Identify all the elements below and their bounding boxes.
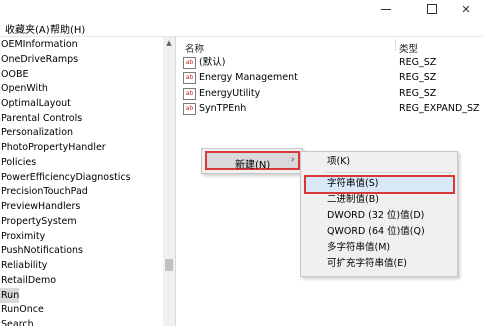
- string-value-icon: ab: [183, 71, 196, 84]
- tree-item[interactable]: RunOnce: [0, 302, 163, 317]
- tree-item[interactable]: PhotoPropertyHandler: [0, 140, 163, 155]
- tree-item[interactable]: Proximity: [0, 229, 163, 244]
- column-header-type[interactable]: 类型: [399, 41, 418, 55]
- string-value-icon: ab: [183, 87, 196, 100]
- context-menu: 新建(N) ›: [201, 148, 303, 174]
- maximize-button[interactable]: [418, 0, 446, 18]
- tree-item[interactable]: OpenWith: [0, 81, 163, 96]
- menu-help[interactable]: 帮助(H): [50, 21, 85, 36]
- value-name: EnergyUtility: [199, 88, 261, 99]
- string-value-icon: ab: [183, 56, 196, 69]
- value-row[interactable]: ab Energy Management: [183, 70, 298, 86]
- menu-separator: [325, 172, 453, 173]
- tree-item[interactable]: PrecisionTouchPad: [0, 184, 163, 199]
- value-type: REG_SZ: [399, 72, 437, 83]
- new-submenu: 项(K) 字符串值(S) 二进制值(B) DWORD (32 位)值(D) QW…: [300, 151, 458, 277]
- submenu-arrow-icon: ›: [291, 155, 295, 165]
- tree-item[interactable]: Search: [0, 317, 163, 326]
- submenu-item-string-value[interactable]: 字符串值(S): [327, 176, 378, 192]
- value-row[interactable]: ab EnergyUtility: [183, 86, 260, 102]
- column-divider[interactable]: [395, 39, 396, 51]
- value-name: Energy Management: [199, 72, 298, 83]
- tree-item[interactable]: OptimalLayout: [0, 96, 163, 111]
- tree-item[interactable]: PropertySystem: [0, 214, 163, 229]
- value-name: SynTPEnh: [199, 103, 247, 114]
- maximize-icon: [427, 4, 437, 14]
- registry-tree: OEMInformation OneDriveRamps OOBE OpenWi…: [0, 37, 176, 326]
- submenu-item-expandable-string-value[interactable]: 可扩充字符串值(E): [327, 256, 407, 272]
- tree-item[interactable]: Personalization: [0, 125, 163, 140]
- value-name: (默认): [199, 57, 226, 68]
- tree-item[interactable]: Policies: [0, 155, 163, 170]
- value-row[interactable]: ab (默认): [183, 55, 225, 71]
- tree-item[interactable]: OneDriveRamps: [0, 52, 163, 67]
- scroll-thumb[interactable]: [165, 259, 173, 271]
- menu-favorites[interactable]: 收藏夹(A): [5, 21, 50, 36]
- submenu-item-key[interactable]: 项(K): [327, 154, 350, 170]
- tree-item[interactable]: PreviewHandlers: [0, 199, 163, 214]
- tree-item[interactable]: RetailDemo: [0, 273, 163, 288]
- submenu-item-qword-value[interactable]: QWORD (64 位)值(Q): [327, 224, 425, 240]
- submenu-item-dword-value[interactable]: DWORD (32 位)值(D): [327, 208, 424, 224]
- menu-item-new[interactable]: 新建(N) ›: [205, 151, 300, 171]
- title-bar: ✕: [0, 0, 483, 18]
- value-type: REG_SZ: [399, 57, 437, 68]
- new-label: 新建(N): [235, 160, 271, 171]
- string-value-icon: ab: [183, 102, 196, 115]
- close-button[interactable]: ✕: [452, 0, 480, 18]
- tree-item[interactable]: Reliability: [0, 258, 163, 273]
- submenu-item-multi-string-value[interactable]: 多字符串值(M): [327, 240, 390, 256]
- tree-item[interactable]: OOBE: [0, 67, 163, 82]
- tree-scrollbar[interactable]: ▲: [163, 37, 175, 326]
- value-type: REG_EXPAND_SZ: [399, 103, 480, 114]
- submenu-item-binary-value[interactable]: 二进制值(B): [327, 192, 379, 208]
- scroll-up-icon[interactable]: ▲: [163, 39, 175, 49]
- tree-item[interactable]: PushNotifications: [0, 243, 163, 258]
- column-header-name[interactable]: 名称: [185, 41, 204, 55]
- menu-bar: 收藏夹(A) 帮助(H): [0, 18, 483, 37]
- tree-item[interactable]: PowerEfficiencyDiagnostics: [0, 170, 163, 185]
- tree-item-selected[interactable]: Run: [0, 288, 19, 303]
- tree-item[interactable]: OEMInformation: [0, 37, 163, 52]
- tree-item[interactable]: Parental Controls: [0, 111, 163, 126]
- value-row[interactable]: ab SynTPEnh: [183, 101, 246, 117]
- value-type: REG_SZ: [399, 88, 437, 99]
- close-icon: ✕: [461, 2, 471, 16]
- minimize-button[interactable]: [372, 0, 400, 18]
- minimize-icon: [381, 8, 391, 10]
